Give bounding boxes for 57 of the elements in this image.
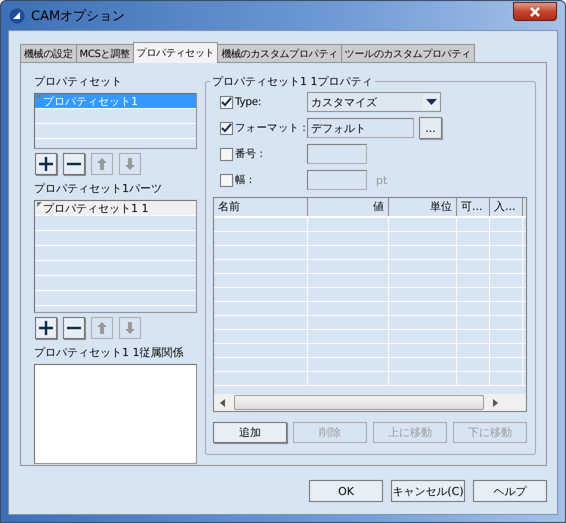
arrow-up-icon [96, 321, 108, 335]
scroll-right-icon[interactable] [493, 398, 498, 406]
checkbox-label: フォーマット : [235, 121, 306, 135]
checkbox-label: 幅 : [235, 173, 252, 187]
list-item-text: プロパティセット1 [43, 94, 138, 108]
tab[interactable]: 機械のカスタムプロパティ [217, 44, 342, 62]
remove-button[interactable] [63, 153, 85, 175]
unit-label: pt [376, 174, 388, 186]
checkbox[interactable]: 幅 : [220, 173, 307, 187]
checkbox-box[interactable] [220, 96, 233, 108]
arrow-down-icon [124, 321, 136, 335]
action-button[interactable]: 追加 [213, 422, 287, 443]
remove-button[interactable] [63, 317, 85, 339]
dialog-button[interactable]: キャンセル(C) [391, 480, 465, 502]
input-field[interactable] [307, 144, 367, 164]
app-icon [9, 8, 25, 24]
checkbox[interactable]: Type: [220, 96, 307, 108]
corner-icon [37, 202, 42, 207]
input-field[interactable] [307, 170, 367, 190]
checkbox-box[interactable] [220, 148, 233, 160]
dropdown[interactable]: カスタマイズ [307, 92, 441, 112]
checkbox[interactable]: 番号 : [220, 147, 307, 161]
dialog-button[interactable]: ヘルプ [473, 480, 547, 502]
window-title: CAMオプション [31, 8, 126, 24]
tab[interactable]: ツールのカスタムプロパティ [340, 44, 475, 62]
close-button[interactable] [513, 2, 557, 21]
tab[interactable]: プロパティセット [132, 42, 218, 63]
tab[interactable]: 機械の設定 [20, 44, 77, 62]
scrollbar-thumb[interactable] [234, 395, 484, 410]
dialog-button[interactable]: OK [309, 480, 383, 502]
list-box[interactable]: プロパティセット1 1 [34, 200, 197, 313]
list-box[interactable] [34, 364, 197, 464]
horizontal-scrollbar[interactable] [214, 394, 526, 411]
checkbox-label: 番号 : [235, 147, 263, 161]
arrow-up-icon [96, 157, 108, 171]
input-field[interactable]: デフォルト [307, 118, 414, 138]
plus-icon [39, 157, 53, 171]
corner-icon [37, 95, 42, 100]
arrow-down-icon [124, 157, 136, 171]
list-label: プロパティセット1 1従属関係 [34, 345, 184, 360]
add-button[interactable] [35, 317, 57, 339]
list-label: プロパティセット [34, 74, 123, 89]
list-item-text: プロパティセット1 1 [43, 201, 148, 216]
plus-icon [39, 321, 53, 335]
list-item[interactable]: プロパティセット1 1 [35, 201, 196, 216]
scroll-left-icon[interactable] [220, 398, 225, 406]
checkbox-box[interactable] [220, 174, 233, 186]
list-label: プロパティセット1パーツ [34, 181, 163, 196]
group-title: プロパティセット1 1プロパティ [210, 74, 374, 89]
dropdown-arrow-icon [426, 99, 437, 105]
browse-button[interactable]: ... [419, 117, 442, 139]
close-icon [529, 6, 541, 16]
add-button[interactable] [35, 153, 57, 175]
tab[interactable]: MCSと調整 [76, 44, 134, 62]
checkbox[interactable]: フォーマット : [220, 121, 307, 135]
checkbox-box[interactable] [220, 122, 233, 134]
checkbox-label: Type: [235, 96, 262, 108]
